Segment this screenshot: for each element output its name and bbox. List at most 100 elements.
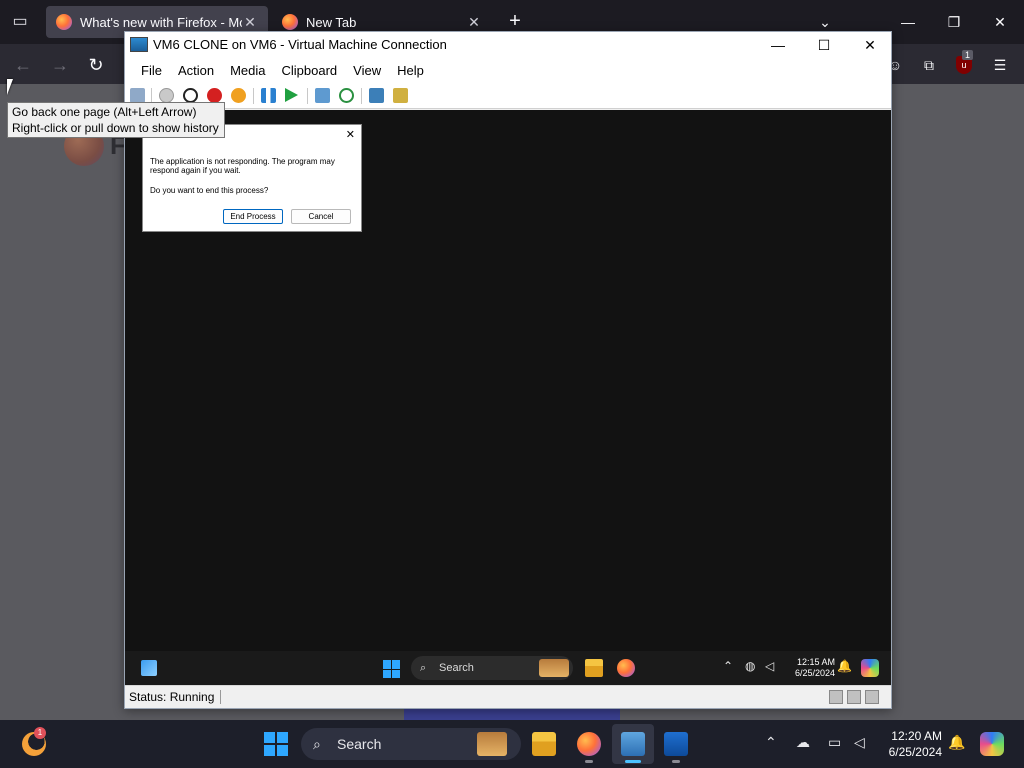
pause-icon[interactable] <box>261 88 276 103</box>
vm-status-text: Status: Running <box>129 690 222 704</box>
close-icon[interactable]: ✕ <box>466 14 482 31</box>
vm-status-bar: Status: Running <box>125 685 891 708</box>
volume-icon[interactable]: ◁ <box>765 659 774 673</box>
copilot-icon[interactable] <box>980 732 1004 756</box>
file-explorer-icon[interactable] <box>532 732 556 756</box>
guest-taskbar: ⌕ Search ⌃ ◍ ◁ 12:15 AM 6/25/2024 🔔 <box>125 651 891 685</box>
guest-clock[interactable]: 12:15 AM 6/25/2024 <box>785 657 835 679</box>
firefox-icon <box>56 14 72 30</box>
vm-window-title: VM6 CLONE on VM6 - Virtual Machine Conne… <box>153 37 447 52</box>
menu-action[interactable]: Action <box>170 63 222 78</box>
resume-icon[interactable] <box>285 88 298 102</box>
menu-view[interactable]: View <box>345 63 389 78</box>
start-icon[interactable] <box>159 88 174 103</box>
firefox-view-icon[interactable]: ▭ <box>8 10 32 34</box>
menu-help[interactable]: Help <box>389 63 432 78</box>
save-icon[interactable] <box>231 88 246 103</box>
copilot-icon[interactable] <box>861 659 879 677</box>
toolbar-separator <box>253 88 254 104</box>
page-banner <box>404 708 620 720</box>
dialog-message: The application is not responding. The p… <box>150 157 335 175</box>
bell-icon[interactable]: 🔔 <box>948 734 965 751</box>
close-window-button[interactable]: ✕ <box>984 8 1016 36</box>
extensions-icon[interactable]: ⧉ <box>918 54 940 76</box>
vm-screen[interactable]: ✕ The application is not responding. The… <box>125 110 891 685</box>
back-button[interactable]: ← <box>10 52 36 78</box>
extension-badge: 1 <box>962 50 974 60</box>
menu-file[interactable]: File <box>133 63 170 78</box>
vm-maximize-button[interactable]: ☐ <box>801 32 847 58</box>
guest-date: 6/25/2024 <box>794 668 835 678</box>
start-button[interactable] <box>383 660 401 678</box>
host-date: 6/25/2024 <box>888 745 942 759</box>
not-responding-dialog: ✕ The application is not responding. The… <box>142 124 362 232</box>
widgets-icon[interactable] <box>141 660 157 676</box>
minimize-button[interactable]: — <box>892 8 924 36</box>
vm-toolbar <box>125 82 891 109</box>
shut-down-icon[interactable] <box>207 88 222 103</box>
end-process-button[interactable]: End Process <box>223 209 283 224</box>
running-indicator <box>585 760 593 763</box>
firefox-icon <box>282 14 298 30</box>
toolbar-separator <box>307 88 308 104</box>
globe-icon[interactable]: ◍ <box>745 659 755 673</box>
host-search-box[interactable]: ⌕ Search <box>301 728 521 760</box>
menu-clipboard[interactable]: Clipboard <box>274 63 346 78</box>
firefox-icon[interactable] <box>617 659 635 677</box>
tooltip-line-2: Right-click or pull down to show history <box>12 121 219 135</box>
search-highlight-icon <box>539 659 569 677</box>
menu-media[interactable]: Media <box>222 63 273 78</box>
start-button[interactable] <box>264 732 288 756</box>
vm-title-bar: VM6 CLONE on VM6 - Virtual Machine Conne… <box>125 32 891 58</box>
share-icon[interactable] <box>393 88 408 103</box>
search-icon: ⌕ <box>420 662 427 674</box>
search-label: Search <box>337 736 382 752</box>
vm-connection-window: VM6 CLONE on VM6 - Virtual Machine Conne… <box>124 31 892 709</box>
search-label: Search <box>439 662 474 674</box>
firefox-icon[interactable] <box>577 732 601 756</box>
host-time: 12:20 AM <box>891 729 942 743</box>
tooltip-line-1: Go back one page (Alt+Left Arrow) <box>12 105 197 119</box>
vm-menu-bar: File Action Media Clipboard View Help <box>125 58 891 82</box>
chevron-up-icon[interactable]: ⌃ <box>765 734 777 751</box>
hyperv-manager-taskbar-button[interactable] <box>612 724 654 764</box>
restore-button[interactable]: ❐ <box>938 8 970 36</box>
dialog-question: Do you want to end this process? <box>150 186 269 195</box>
menu-icon[interactable]: ☰ <box>989 54 1011 76</box>
keyboard-icon <box>829 690 843 704</box>
ctrl-alt-del-icon[interactable] <box>130 88 145 103</box>
tab-title: New Tab <box>306 14 357 30</box>
close-icon[interactable]: ✕ <box>242 14 258 31</box>
network-icon[interactable]: ▭ <box>828 734 841 751</box>
host-taskbar: 1 ⌕ Search ⌃ ☁ ▭ ◁ 12:20 AM 6/25/2024 🔔 <box>0 720 1024 768</box>
vm-minimize-button[interactable]: — <box>755 32 801 58</box>
bell-icon[interactable]: 🔔 <box>837 659 852 673</box>
cloud-offline-icon[interactable]: ☁ <box>796 734 810 751</box>
active-indicator <box>625 760 641 763</box>
guest-search-box[interactable]: ⌕ Search <box>411 656 573 680</box>
weather-badge: 1 <box>34 727 46 739</box>
enhanced-session-icon[interactable] <box>369 88 384 103</box>
running-indicator <box>672 760 680 763</box>
cancel-button[interactable]: Cancel <box>291 209 351 224</box>
vm-icon <box>130 37 148 52</box>
search-icon: ⌕ <box>313 736 321 752</box>
forward-button[interactable]: → <box>47 52 73 78</box>
status-indicators <box>829 690 879 704</box>
toolbar-separator <box>361 88 362 104</box>
remote-desktop-icon[interactable] <box>664 732 688 756</box>
revert-icon[interactable] <box>339 88 354 103</box>
lock-icon <box>865 690 879 704</box>
volume-icon[interactable]: ◁ <box>854 734 865 751</box>
turn-off-icon[interactable] <box>183 88 198 103</box>
host-clock[interactable]: 12:20 AM 6/25/2024 <box>878 728 942 760</box>
hyperv-manager-icon <box>621 732 645 756</box>
checkpoint-icon[interactable] <box>315 88 330 103</box>
search-highlight-icon <box>477 732 507 756</box>
guest-time: 12:15 AM <box>796 657 835 667</box>
close-icon[interactable]: ✕ <box>346 128 355 141</box>
vm-close-button[interactable]: ✕ <box>847 32 893 58</box>
file-explorer-icon[interactable] <box>585 659 603 677</box>
reload-button[interactable]: ↻ <box>83 52 109 78</box>
chevron-up-icon[interactable]: ⌃ <box>723 659 733 673</box>
